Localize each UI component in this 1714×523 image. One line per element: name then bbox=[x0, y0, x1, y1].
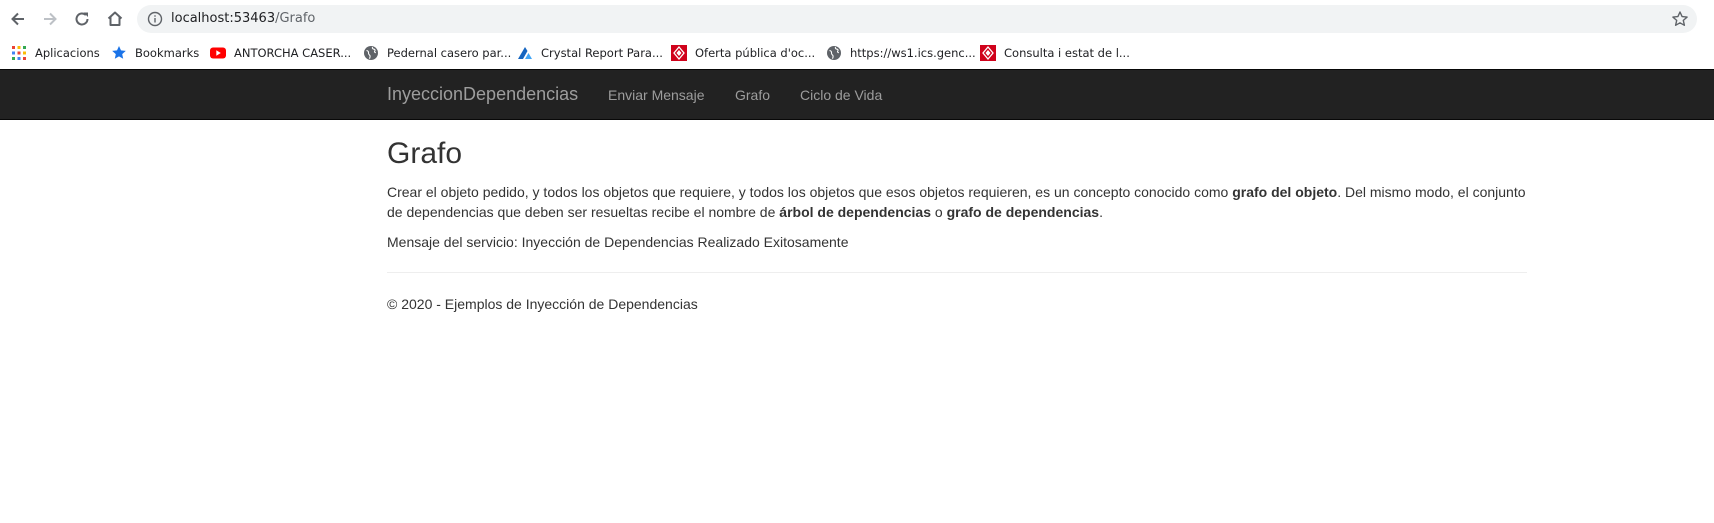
bookmark-crystal-report[interactable]: Crystal Report Para... bbox=[517, 42, 663, 64]
paragraph-text: o bbox=[931, 204, 947, 220]
term-grafo-de-dependencias: grafo de dependencias bbox=[946, 204, 1100, 220]
bookmark-label: Oferta pública d'oc... bbox=[695, 46, 816, 60]
url-host: localhost:53463 bbox=[171, 11, 276, 26]
crystal-report-icon bbox=[517, 45, 533, 61]
bookmark-pedernal[interactable]: Pedernal casero par... bbox=[363, 42, 511, 64]
term-arbol-de-dependencias: árbol de dependencias bbox=[779, 204, 931, 220]
reload-icon[interactable] bbox=[69, 6, 95, 32]
bookmark-oferta-publica[interactable]: Oferta pública d'oc... bbox=[671, 42, 815, 64]
globe-icon bbox=[363, 45, 379, 61]
nav-link-enviar-mensaje[interactable]: Enviar Mensaje bbox=[608, 87, 705, 103]
url-path: /Grafo bbox=[275, 11, 316, 26]
forward-icon[interactable] bbox=[37, 6, 63, 32]
youtube-icon bbox=[210, 45, 226, 61]
bookmark-label: Aplicacions bbox=[35, 46, 100, 60]
navbar-brand[interactable]: InyeccionDependencias bbox=[387, 84, 578, 105]
site-navbar: InyeccionDependencias Enviar Mensaje Gra… bbox=[0, 69, 1714, 120]
home-icon[interactable] bbox=[102, 6, 128, 32]
star-icon bbox=[111, 45, 127, 61]
bookmark-label: Consulta i estat de l... bbox=[1004, 46, 1130, 60]
bookmark-label: Pedernal casero par... bbox=[387, 46, 512, 60]
url-text: localhost:53463/Grafo bbox=[171, 11, 315, 26]
back-icon[interactable] bbox=[5, 6, 31, 32]
page-title: Grafo bbox=[387, 137, 463, 170]
bookmark-star-icon[interactable] bbox=[1671, 10, 1689, 28]
nav-link-grafo[interactable]: Grafo bbox=[735, 87, 770, 103]
nav-link-ciclo-de-vida[interactable]: Ciclo de Vida bbox=[800, 87, 882, 103]
footer-copyright: © 2020 - Ejemplos de Inyección de Depend… bbox=[387, 296, 698, 312]
bookmark-label: https://ws1.ics.genc... bbox=[850, 46, 976, 60]
bookmark-antorcha[interactable]: ANTORCHA CASER... bbox=[210, 42, 351, 64]
bookmark-consulta-estat[interactable]: Consulta i estat de l... bbox=[980, 42, 1130, 64]
generalitat-icon bbox=[671, 45, 687, 61]
service-message: Mensaje del servicio: Inyección de Depen… bbox=[387, 234, 849, 250]
apps-grid-icon bbox=[11, 45, 27, 61]
info-icon[interactable] bbox=[147, 11, 163, 27]
bookmark-label: Bookmarks bbox=[135, 46, 200, 60]
globe-icon bbox=[826, 45, 842, 61]
browser-toolbar: localhost:53463/Grafo bbox=[0, 0, 1714, 37]
bookmarks-bar: Aplicacions Bookmarks ANTORCHA CASER... … bbox=[0, 37, 1714, 69]
bookmark-label: ANTORCHA CASER... bbox=[234, 46, 352, 60]
bookmark-aplicacions[interactable]: Aplicacions bbox=[11, 42, 100, 64]
term-grafo-del-objeto: grafo del objeto bbox=[1232, 184, 1338, 200]
bookmark-label: Crystal Report Para... bbox=[541, 46, 663, 60]
paragraph-text: Crear el objeto pedido, y todos los obje… bbox=[387, 184, 1233, 200]
bookmark-bookmarks[interactable]: Bookmarks bbox=[111, 42, 199, 64]
paragraph-text: . bbox=[1099, 204, 1103, 220]
generalitat-icon bbox=[980, 45, 996, 61]
divider bbox=[387, 272, 1527, 273]
description-paragraph: Crear el objeto pedido, y todos los obje… bbox=[387, 182, 1527, 222]
bookmark-ws1-ics[interactable]: https://ws1.ics.genc... bbox=[826, 42, 976, 64]
address-bar[interactable]: localhost:53463/Grafo bbox=[137, 5, 1697, 33]
